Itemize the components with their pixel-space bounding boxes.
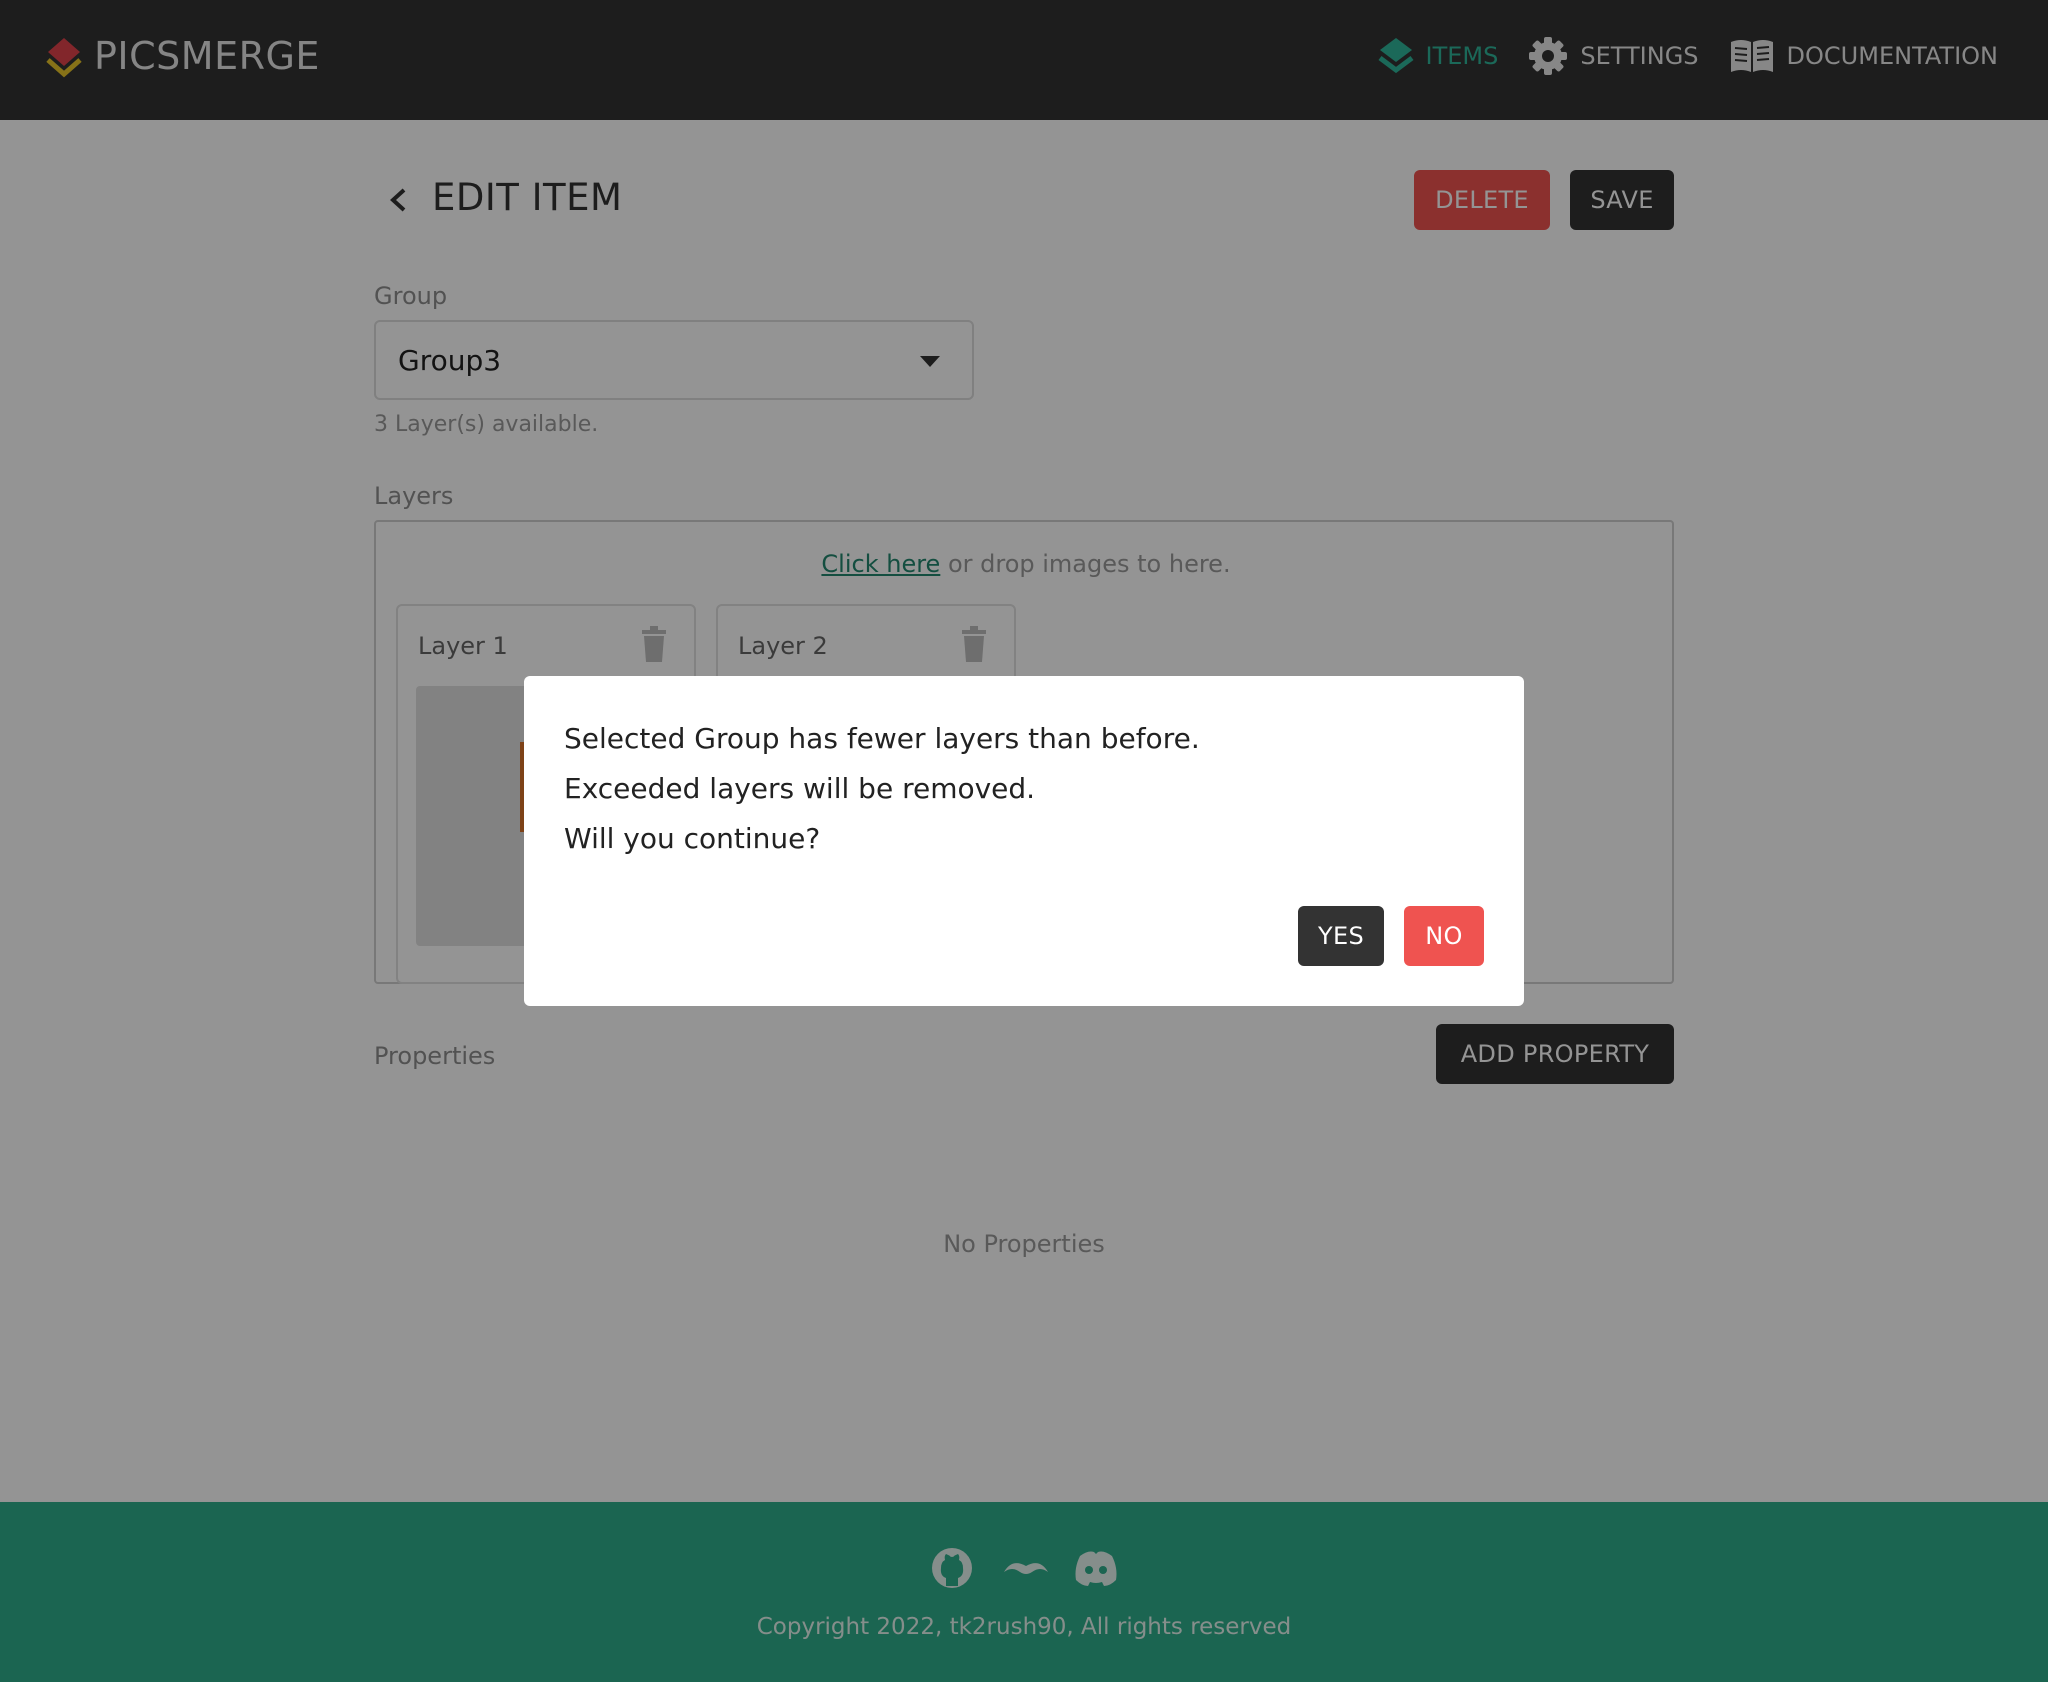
dialog-message-line-1: Selected Group has fewer layers than bef… — [564, 722, 1200, 755]
dialog-message-line-3: Will you continue? — [564, 822, 821, 855]
confirm-dialog: Selected Group has fewer layers than bef… — [524, 676, 1524, 1006]
no-button[interactable]: NO — [1404, 906, 1484, 966]
dialog-message-line-2: Exceeded layers will be removed. — [564, 772, 1036, 805]
yes-button[interactable]: YES — [1298, 906, 1384, 966]
